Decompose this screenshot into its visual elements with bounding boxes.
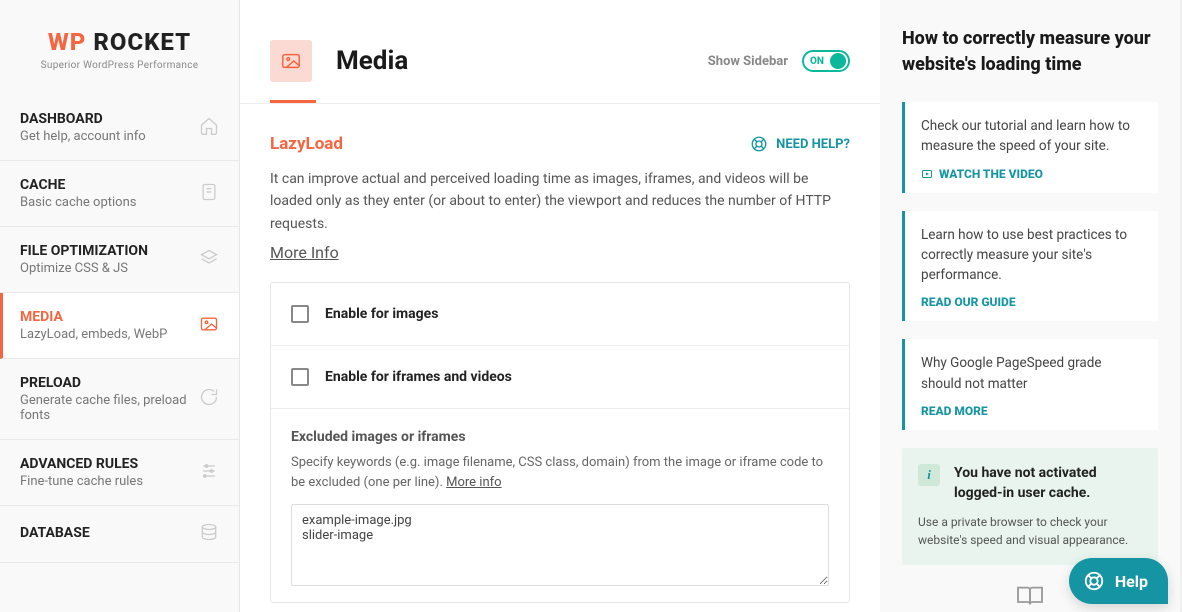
tip-card: Check our tutorial and learn how to meas… bbox=[902, 102, 1158, 193]
sidebar-item-media[interactable]: MEDIA LazyLoad, embeds, WebP bbox=[0, 293, 239, 359]
excluded-description: Specify keywords (e.g. image filename, C… bbox=[291, 453, 829, 492]
tip-link-label: READ OUR GUIDE bbox=[921, 295, 1016, 309]
nav-title: PRELOAD bbox=[20, 375, 199, 391]
nav-title: DASHBOARD bbox=[20, 111, 146, 127]
image-icon bbox=[270, 40, 312, 82]
sidebar-item-file-optimization[interactable]: FILE OPTIMIZATION Optimize CSS & JS bbox=[0, 227, 239, 293]
excluded-more-info-link[interactable]: More info bbox=[446, 475, 501, 490]
show-sidebar-label: Show Sidebar bbox=[708, 54, 788, 69]
nav-sub: Get help, account info bbox=[20, 129, 146, 144]
right-panel-title: How to correctly measure your website's … bbox=[902, 26, 1158, 78]
info-card: i You have not activated logged-in user … bbox=[902, 448, 1158, 565]
info-main-text: You have not activated logged-in user ca… bbox=[954, 464, 1142, 503]
logo-rocket: ROCKET bbox=[93, 28, 191, 56]
book-icon bbox=[1015, 584, 1045, 612]
file-icon bbox=[199, 182, 219, 206]
nav-sub: LazyLoad, embeds, WebP bbox=[20, 327, 167, 342]
lifebuoy-icon bbox=[1083, 570, 1105, 592]
tip-link-label: READ MORE bbox=[921, 404, 988, 418]
sliders-icon bbox=[199, 461, 219, 485]
nav-title: ADVANCED RULES bbox=[20, 456, 143, 472]
sidebar-toggle[interactable]: ON bbox=[802, 50, 850, 72]
tip-card: Learn how to use best practices to corre… bbox=[902, 211, 1158, 322]
nav-sub: Basic cache options bbox=[20, 195, 136, 210]
more-info-link[interactable]: More Info bbox=[270, 243, 339, 262]
logo-tagline: Superior WordPress Performance bbox=[20, 60, 219, 71]
enable-iframes-label: Enable for iframes and videos bbox=[325, 369, 512, 385]
help-button[interactable]: Help bbox=[1069, 558, 1168, 604]
logo-wp: WP bbox=[48, 28, 86, 56]
nav-title: CACHE bbox=[20, 177, 136, 193]
nav-sub: Fine-tune cache rules bbox=[20, 474, 143, 489]
nav-sub: Optimize CSS & JS bbox=[20, 261, 148, 276]
nav-title: DATABASE bbox=[20, 525, 90, 541]
read-more-link[interactable]: READ MORE bbox=[921, 404, 1144, 418]
play-icon bbox=[921, 168, 933, 180]
need-help-link[interactable]: NEED HELP? bbox=[750, 135, 850, 153]
watch-video-link[interactable]: WATCH THE VIDEO bbox=[921, 167, 1144, 181]
info-sub-text: Use a private browser to check your webs… bbox=[918, 513, 1142, 549]
nav-title: FILE OPTIMIZATION bbox=[20, 243, 148, 259]
page-title: Media bbox=[336, 46, 408, 76]
enable-images-label: Enable for images bbox=[325, 306, 438, 322]
tip-text: Why Google PageSpeed grade should not ma… bbox=[921, 353, 1144, 394]
need-help-label: NEED HELP? bbox=[776, 137, 850, 152]
refresh-icon bbox=[199, 387, 219, 411]
sidebar: WP ROCKET Superior WordPress Performance… bbox=[0, 0, 240, 612]
logo: WP ROCKET Superior WordPress Performance bbox=[0, 0, 239, 95]
sidebar-item-database[interactable]: DATABASE bbox=[0, 506, 239, 563]
read-guide-link[interactable]: READ OUR GUIDE bbox=[921, 295, 1144, 309]
tip-card: Why Google PageSpeed grade should not ma… bbox=[902, 339, 1158, 430]
tip-text: Learn how to use best practices to corre… bbox=[921, 225, 1144, 286]
toggle-on-label: ON bbox=[810, 56, 824, 67]
database-icon bbox=[199, 522, 219, 546]
sidebar-item-advanced-rules[interactable]: ADVANCED RULES Fine-tune cache rules bbox=[0, 440, 239, 506]
section-title-lazyload: LazyLoad bbox=[270, 134, 343, 154]
sidebar-item-cache[interactable]: CACHE Basic cache options bbox=[0, 161, 239, 227]
toggle-knob bbox=[830, 53, 846, 69]
right-panel: How to correctly measure your website's … bbox=[880, 0, 1180, 612]
nav-sub: Generate cache files, preload fonts bbox=[20, 393, 199, 423]
info-icon: i bbox=[918, 464, 940, 486]
layers-icon bbox=[199, 248, 219, 272]
excluded-title: Excluded images or iframes bbox=[291, 429, 829, 445]
tip-link-label: WATCH THE VIDEO bbox=[939, 167, 1043, 181]
enable-iframes-checkbox[interactable] bbox=[291, 368, 309, 386]
image-icon bbox=[199, 314, 219, 338]
help-label: Help bbox=[1115, 572, 1148, 591]
tip-text: Check our tutorial and learn how to meas… bbox=[921, 116, 1144, 157]
nav-title: MEDIA bbox=[20, 309, 167, 325]
enable-images-checkbox[interactable] bbox=[291, 305, 309, 323]
main-panel: Media Show Sidebar ON LazyLoad NEED HELP… bbox=[240, 0, 880, 612]
sidebar-item-preload[interactable]: PRELOAD Generate cache files, preload fo… bbox=[0, 359, 239, 440]
home-icon bbox=[199, 116, 219, 140]
lifebuoy-icon bbox=[750, 135, 768, 153]
excluded-textarea[interactable] bbox=[291, 504, 829, 586]
lazyload-description: It can improve actual and perceived load… bbox=[270, 168, 850, 235]
sidebar-item-dashboard[interactable]: DASHBOARD Get help, account info bbox=[0, 95, 239, 161]
